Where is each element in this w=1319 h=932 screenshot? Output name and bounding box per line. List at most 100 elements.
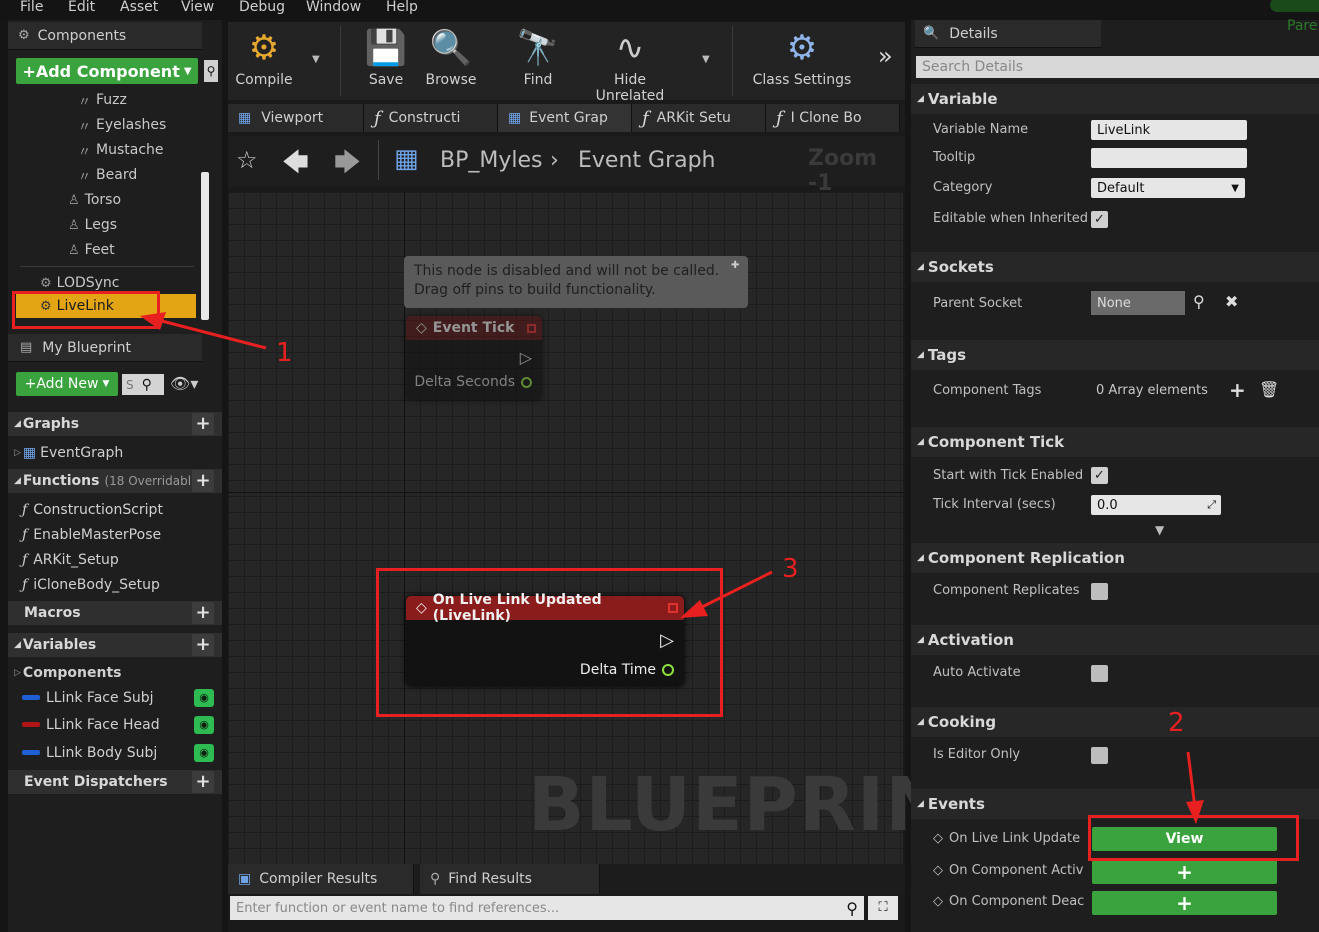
search-details-input[interactable]: Search Details bbox=[916, 56, 1319, 78]
tab-arkit-setup[interactable]: ƒ ARKit Setu bbox=[632, 104, 766, 132]
my-blueprint-tab[interactable]: ▤ My Blueprint bbox=[8, 334, 202, 362]
back-arrow-icon[interactable]: 🡄 bbox=[282, 144, 309, 188]
tooltip-field[interactable] bbox=[1091, 148, 1247, 168]
breadcrumb-blueprint[interactable]: BP_Myles bbox=[440, 148, 542, 173]
parent-socket-field[interactable]: None bbox=[1091, 291, 1185, 315]
component-replicates-checkbox[interactable] bbox=[1091, 583, 1108, 600]
menu-window[interactable]: Window bbox=[306, 0, 361, 15]
tab-find-results[interactable]: ⚲ Find Results bbox=[420, 864, 600, 894]
tree-item-eyelashes[interactable]: 〃 Eyelashes bbox=[78, 114, 166, 136]
add-component-button[interactable]: +Add Component ▼ bbox=[16, 58, 198, 84]
graph-item-eventgraph[interactable]: ▷ ▦ EventGraph bbox=[8, 440, 222, 465]
add-function-button[interactable]: + bbox=[192, 470, 214, 492]
overflow-chevron-icon[interactable]: » bbox=[878, 42, 893, 70]
chevron-down-icon[interactable]: ▼ bbox=[702, 54, 710, 65]
variable-item[interactable]: LLink Face Head ◉ bbox=[8, 712, 222, 737]
graphs-section[interactable]: ◢ Graphs + bbox=[8, 412, 222, 436]
start-tick-checkbox[interactable]: ✓ bbox=[1091, 467, 1108, 484]
parent-tab-label[interactable]: Pare bbox=[1287, 18, 1317, 34]
tab-construction-script[interactable]: ƒ Constructi bbox=[364, 104, 498, 132]
find-button[interactable]: 🔭 Find bbox=[510, 24, 566, 88]
trash-icon[interactable]: 🗑 bbox=[1259, 380, 1279, 399]
auto-activate-checkbox[interactable] bbox=[1091, 665, 1108, 682]
binoculars-icon[interactable]: ⛶ bbox=[868, 896, 898, 920]
event-tick-node[interactable]: ◇ Event Tick ▷ Delta Seconds bbox=[406, 316, 542, 400]
tab-compiler-results[interactable]: ▣ Compiler Results bbox=[228, 864, 414, 894]
menu-view[interactable]: View bbox=[181, 0, 214, 15]
eye-icon[interactable]: ◉ bbox=[194, 715, 214, 734]
search-icon[interactable]: ⚲ bbox=[1193, 292, 1205, 311]
tree-item-beard[interactable]: 〃 Beard bbox=[78, 164, 137, 186]
tree-item-torso[interactable]: ♙ Torso bbox=[68, 189, 121, 211]
compile-button[interactable]: ⚙ Compile bbox=[234, 24, 294, 88]
tree-item-legs[interactable]: ♙ Legs bbox=[68, 214, 117, 236]
eye-icon[interactable]: ◉ bbox=[194, 688, 214, 707]
menu-help[interactable]: Help bbox=[386, 0, 418, 15]
eye-icon[interactable]: ◉ bbox=[194, 743, 214, 762]
components-tab[interactable]: ⚙ Components bbox=[8, 22, 202, 50]
graph-canvas[interactable]: This node is disabled and will not be ca… bbox=[228, 192, 999, 878]
functions-section[interactable]: ◢ Functions (18 Overridabl + bbox=[8, 469, 222, 493]
editor-only-checkbox[interactable] bbox=[1091, 747, 1108, 764]
add-macro-button[interactable]: + bbox=[192, 602, 214, 624]
add-activated-event-button[interactable]: + bbox=[1092, 860, 1277, 884]
browse-button[interactable]: 🔍 Browse bbox=[422, 24, 480, 88]
search-icon[interactable]: ⚲ bbox=[204, 60, 218, 82]
delegate-pin[interactable] bbox=[527, 323, 536, 333]
event-dispatchers-section[interactable]: Event Dispatchers + bbox=[8, 770, 222, 794]
category-variable[interactable]: ◢ Variable bbox=[911, 84, 1319, 114]
category-dropdown[interactable]: Default ▼ bbox=[1091, 178, 1245, 198]
menu-debug[interactable]: Debug bbox=[239, 0, 285, 15]
tree-item-feet[interactable]: ♙ Feet bbox=[68, 239, 115, 261]
exec-pin-icon[interactable]: ▷ bbox=[520, 348, 532, 367]
tree-scrollbar[interactable] bbox=[201, 172, 209, 320]
add-deactivated-event-button[interactable]: + bbox=[1092, 891, 1277, 915]
tick-interval-field[interactable]: 0.0 ⤢ bbox=[1091, 495, 1221, 515]
function-item-iclonebody-setup[interactable]: ƒ iCloneBody_Setup bbox=[8, 572, 222, 597]
visibility-icon[interactable]: 👁▾ bbox=[170, 374, 210, 394]
variable-item[interactable]: LLink Face Subj ◉ bbox=[8, 685, 222, 710]
blueprint-search-input[interactable]: S ⚲ bbox=[122, 374, 164, 395]
tab-viewport[interactable]: ▦ Viewport bbox=[228, 104, 364, 132]
category-component-replication[interactable]: ◢ Component Replication bbox=[911, 543, 1319, 573]
delta-seconds-pin[interactable]: Delta Seconds bbox=[414, 374, 532, 390]
forward-arrow-icon[interactable]: 🡆 bbox=[334, 144, 361, 188]
category-activation[interactable]: ◢ Activation bbox=[911, 625, 1319, 655]
class-settings-button[interactable]: ⚙ Class Settings bbox=[750, 24, 854, 88]
tree-item-mustache[interactable]: 〃 Mustache bbox=[78, 139, 164, 161]
add-new-button[interactable]: +Add New ▼ bbox=[16, 372, 118, 396]
function-item-constructionscript[interactable]: ƒ ConstructionScript bbox=[8, 497, 222, 522]
add-element-icon[interactable]: + bbox=[1229, 378, 1246, 402]
pin-icon[interactable]: ✚ bbox=[731, 260, 743, 286]
clear-icon[interactable]: ✖ bbox=[1225, 292, 1238, 311]
function-item-arkit-setup[interactable]: ƒ ARKit_Setup bbox=[8, 547, 222, 572]
chevron-down-icon[interactable]: ▼ bbox=[312, 54, 320, 65]
breadcrumb-graph[interactable]: Event Graph bbox=[578, 148, 716, 173]
add-dispatcher-button[interactable]: + bbox=[192, 771, 214, 793]
add-graph-button[interactable]: + bbox=[192, 413, 214, 435]
add-variable-button[interactable]: + bbox=[192, 634, 214, 656]
details-tab[interactable]: 🔍 Details bbox=[915, 20, 1101, 48]
save-button[interactable]: 💾 Save bbox=[360, 24, 412, 88]
menu-asset[interactable]: Asset bbox=[120, 0, 158, 15]
find-references-input[interactable]: Enter function or event name to find ref… bbox=[230, 896, 864, 920]
tab-iclone-body[interactable]: ƒI Clone Bo bbox=[766, 104, 900, 132]
variable-item[interactable]: LLink Body Subj ◉ bbox=[8, 740, 222, 765]
function-item-enablemasterpose[interactable]: ƒ EnableMasterPose bbox=[8, 522, 222, 547]
variables-section[interactable]: ◢ Variables + bbox=[8, 633, 222, 657]
editable-inherited-checkbox[interactable]: ✓ bbox=[1091, 211, 1108, 228]
expand-advanced-icon[interactable]: ▼ bbox=[1155, 523, 1164, 537]
macros-section[interactable]: Macros + bbox=[8, 601, 222, 625]
category-sockets[interactable]: ◢ Sockets bbox=[911, 252, 1319, 282]
category-tags[interactable]: ◢ Tags bbox=[911, 340, 1319, 370]
tab-event-graph[interactable]: ▦ Event Grap bbox=[498, 104, 632, 132]
tree-item-fuzz[interactable]: 〃 Fuzz bbox=[78, 89, 127, 111]
category-cooking[interactable]: ◢ Cooking bbox=[911, 707, 1319, 737]
menu-edit[interactable]: Edit bbox=[68, 0, 95, 15]
category-component-tick[interactable]: ◢ Component Tick bbox=[911, 427, 1319, 457]
hide-unrelated-button[interactable]: ∿ Hide Unrelated bbox=[578, 24, 682, 104]
menu-file[interactable]: File bbox=[20, 0, 43, 15]
variables-components-group[interactable]: ▷ Components bbox=[8, 660, 222, 685]
favorite-star-icon[interactable]: ☆ bbox=[236, 146, 258, 174]
variable-name-field[interactable]: LiveLink bbox=[1091, 120, 1247, 140]
